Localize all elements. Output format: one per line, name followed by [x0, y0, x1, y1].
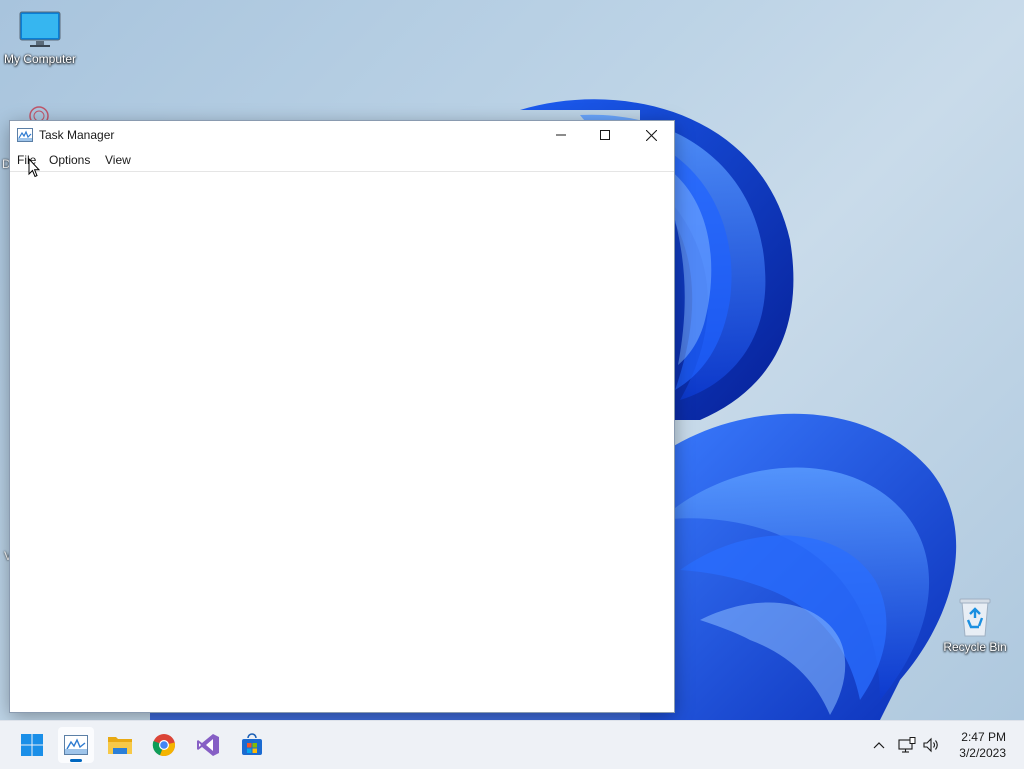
task-manager-window[interactable]: Task Manager File Options View	[10, 121, 674, 712]
volume-icon	[923, 737, 938, 753]
minimize-icon	[556, 134, 566, 136]
taskbar-visual-studio[interactable]	[190, 727, 226, 763]
title-bar[interactable]: Task Manager	[10, 121, 674, 149]
taskbar-task-manager[interactable]	[58, 727, 94, 763]
clock-time: 2:47 PM	[961, 730, 1006, 744]
taskbar-start-button[interactable]	[14, 727, 50, 763]
chevron-up-icon	[873, 742, 885, 749]
partial-icon-graphic	[29, 106, 49, 126]
tray-network[interactable]	[897, 733, 917, 757]
tray-overflow-button[interactable]	[869, 733, 889, 757]
tray-volume[interactable]	[921, 733, 941, 757]
desktop-icon-recycle-bin[interactable]: Recycle Bin	[935, 596, 1015, 654]
menu-bar: File Options View	[10, 149, 674, 172]
maximize-icon	[600, 130, 610, 140]
task-manager-icon	[17, 128, 33, 142]
monitor-icon	[19, 11, 61, 47]
menu-options[interactable]: Options	[49, 153, 90, 167]
close-button[interactable]	[628, 121, 674, 149]
store-icon	[242, 733, 262, 755]
visual-studio-icon	[197, 734, 219, 756]
taskbar-microsoft-store[interactable]	[234, 727, 270, 763]
partial-desktop-icon[interactable]	[14, 102, 58, 126]
taskbar-file-explorer[interactable]	[102, 727, 138, 763]
desktop-icon-label: My Computer	[3, 52, 77, 66]
minimize-button[interactable]	[538, 121, 584, 149]
folder-icon	[108, 737, 132, 754]
desktop-icon-my-computer[interactable]: My Computer	[0, 10, 80, 66]
windows-start-icon	[21, 734, 43, 756]
recycle-bin-icon	[959, 598, 991, 637]
window-title: Task Manager	[39, 128, 115, 142]
window-content-area	[10, 172, 674, 712]
chrome-icon	[152, 734, 176, 757]
active-app-indicator	[70, 759, 82, 762]
taskbar-chrome[interactable]	[146, 727, 182, 763]
network-icon	[898, 737, 916, 753]
task-manager-icon	[64, 735, 88, 755]
mouse-cursor-icon	[28, 158, 40, 178]
menu-view[interactable]: View	[105, 153, 131, 167]
taskbar-clock[interactable]: 2:47 PM 3/2/2023	[959, 729, 1006, 761]
close-icon	[645, 129, 657, 141]
taskbar: 2:47 PM 3/2/2023	[0, 720, 1024, 769]
maximize-button[interactable]	[582, 121, 628, 149]
desktop-icon-label: Recycle Bin	[943, 640, 1007, 654]
clock-date: 3/2/2023	[959, 746, 1006, 760]
